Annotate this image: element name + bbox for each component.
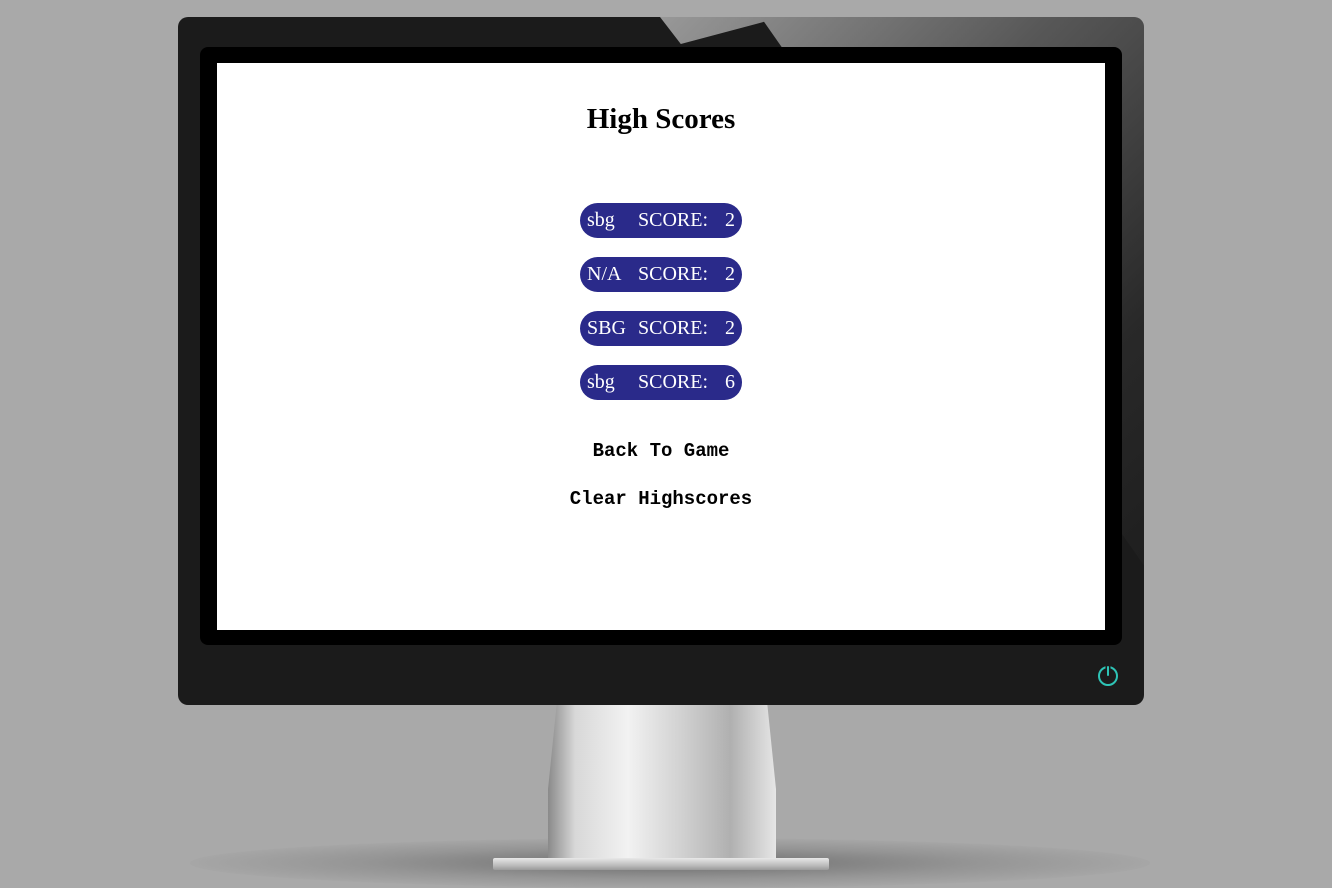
- player-name: N/A: [587, 263, 622, 285]
- back-to-game-button[interactable]: Back To Game: [217, 440, 1105, 462]
- score-value: 6: [725, 371, 735, 393]
- desktop-backdrop: High Scores sbg SCORE: 2 N/A SCORE: 2 SB…: [0, 0, 1332, 888]
- monitor-stand-foot: [493, 858, 829, 870]
- player-name: SBG: [587, 317, 626, 339]
- score-value: 2: [725, 317, 735, 339]
- list-item: N/A SCORE: 2: [580, 257, 742, 292]
- list-item: SBG SCORE: 2: [580, 311, 742, 346]
- list-item: sbg SCORE: 2: [580, 203, 742, 238]
- score-label: SCORE:: [638, 371, 709, 393]
- player-name: sbg: [587, 371, 615, 393]
- list-item: sbg SCORE: 6: [580, 365, 742, 400]
- score-label: SCORE:: [638, 209, 709, 231]
- monitor-stand-neck: [548, 700, 776, 862]
- score-label: SCORE:: [638, 317, 709, 339]
- clear-highscores-button[interactable]: Clear Highscores: [217, 488, 1105, 510]
- score-value: 2: [725, 209, 735, 231]
- score-value: 2: [725, 263, 735, 285]
- player-name: sbg: [587, 209, 615, 231]
- highscore-list: sbg SCORE: 2 N/A SCORE: 2 SBG SCORE: 2 s…: [580, 203, 742, 419]
- page-title: High Scores: [586, 103, 736, 135]
- screen: High Scores sbg SCORE: 2 N/A SCORE: 2 SB…: [217, 63, 1105, 630]
- power-icon[interactable]: [1097, 664, 1119, 686]
- score-label: SCORE:: [638, 263, 709, 285]
